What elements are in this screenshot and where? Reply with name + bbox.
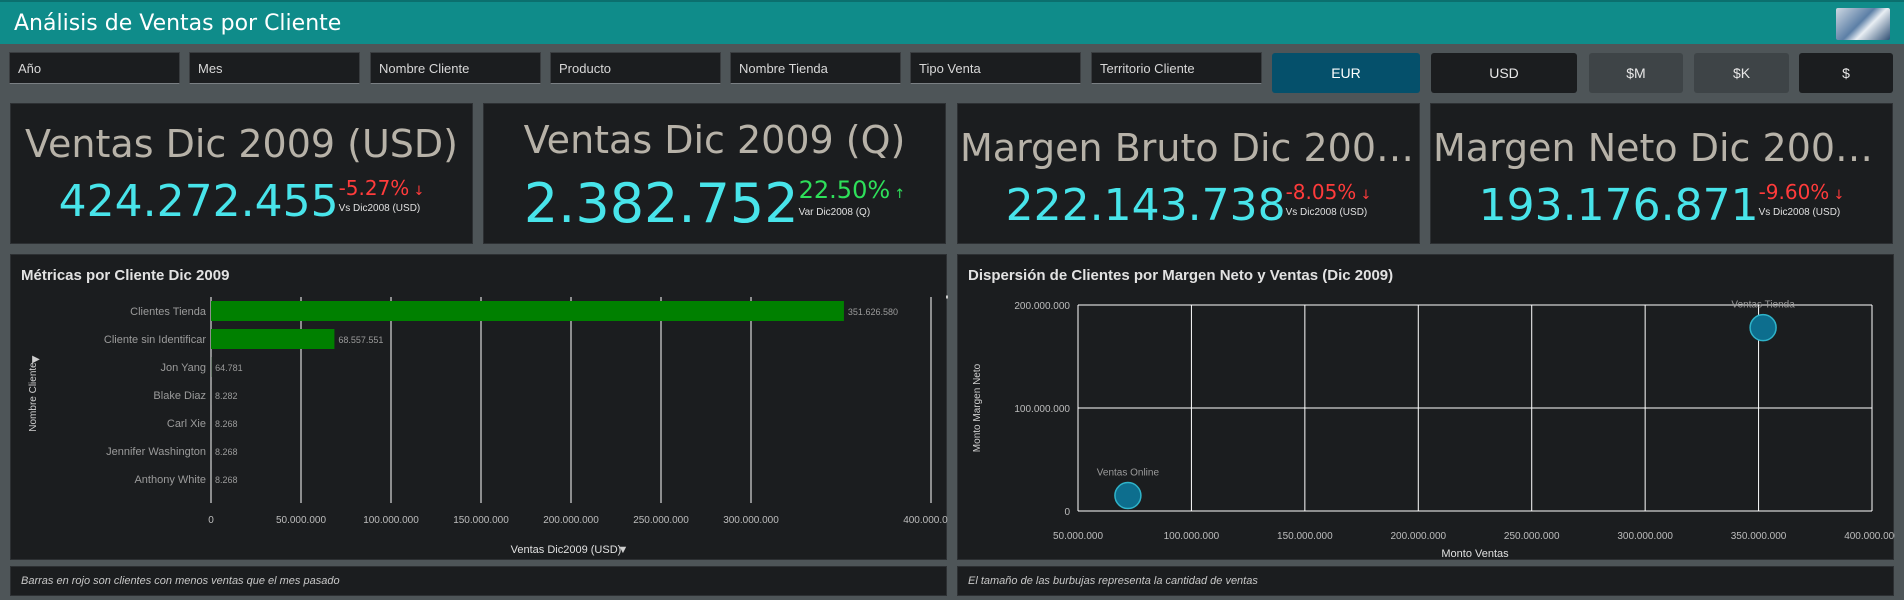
category-label: Carl Xie xyxy=(167,418,206,430)
kpi-delta: 22.50% xyxy=(798,176,891,204)
kpi-caption: Vs Dic2008 (USD) xyxy=(338,203,421,214)
category-label: Clientes Tienda xyxy=(130,306,207,318)
scale-millions-button[interactable]: $M xyxy=(1589,53,1683,93)
kpi-delta: -9.60% xyxy=(1758,180,1830,204)
data-label: 8.268 xyxy=(215,447,238,457)
data-label: 8.268 xyxy=(215,475,238,485)
app-header: Análisis de Ventas por Cliente xyxy=(0,0,1904,44)
kpi-card-gross-margin: Margen Bruto Dic 2009 (U... 222.143.738-… xyxy=(957,103,1420,244)
kpi-caption: Vs Dic2008 (USD) xyxy=(1285,207,1368,218)
category-label: Jennifer Washington xyxy=(106,446,206,458)
x-tick-label: 150.000.000 xyxy=(453,515,509,526)
x-tick-label: 150.000.000 xyxy=(1277,531,1333,542)
scatter-chart-panel: Dispersión de Clientes por Margen Neto y… xyxy=(957,254,1895,560)
x-tick-label: 50.000.000 xyxy=(1053,531,1103,542)
kpi-caption: Var Dic2008 (Q) xyxy=(798,207,871,218)
filter-year[interactable]: Año xyxy=(9,52,180,84)
bar-chart-panel: Métricas por Cliente Dic 2009 0 50.000.00… xyxy=(10,254,948,560)
x-tick-label: 400.000.000 xyxy=(903,515,948,526)
kpi-title: Ventas Dic 2009 (Q) xyxy=(523,118,906,162)
scatter-chart: 50.000.000 100.000.000 150.000.000 200.000.… xyxy=(972,300,1895,560)
filter-customer-territory[interactable]: Territorio Cliente xyxy=(1091,52,1262,84)
kpi-value: 424.272.455 xyxy=(58,176,339,227)
bubble-label: Ventas Tienda xyxy=(1731,300,1795,311)
y-axis-label: Monto Margen Neto xyxy=(972,363,983,452)
sort-dropdown-icon[interactable]: ▼ xyxy=(618,544,629,556)
category-label: Cliente sin Identificar xyxy=(104,334,206,346)
bar[interactable] xyxy=(211,329,335,349)
bubble[interactable] xyxy=(1114,481,1142,510)
kpi-caption: Vs Dic2008 (USD) xyxy=(1758,207,1841,218)
kpi-card-sales-usd: Ventas Dic 2009 (USD) 424.272.455 -5.27% … xyxy=(10,103,473,244)
y-axis-label: Nombre Cliente xyxy=(28,362,39,432)
expand-triangle-icon[interactable]: ▶ xyxy=(32,354,40,365)
kpi-delta: -8.05% xyxy=(1285,180,1357,204)
data-label: 8.268 xyxy=(215,419,238,429)
filter-product[interactable]: Producto xyxy=(550,52,721,84)
x-tick-label: 200.000.000 xyxy=(543,515,599,526)
scatter-chart-footnote: El tamaño de las burbujas representa la … xyxy=(957,566,1894,596)
arrow-down-icon: ↓ xyxy=(1829,188,1845,203)
bar[interactable] xyxy=(211,301,844,321)
kpi-title: Margen Neto Dic 2009 (USD) xyxy=(1433,126,1892,170)
arrow-down-icon: ↓ xyxy=(409,184,425,199)
x-tick-label: 250.000.000 xyxy=(1504,531,1560,542)
kpi-title: Margen Bruto Dic 2009 (U... xyxy=(960,126,1419,170)
x-tick-label: 300.000.000 xyxy=(1617,531,1673,542)
bubble[interactable] xyxy=(1749,313,1777,342)
x-tick-label: 400.000.000 xyxy=(1844,531,1895,542)
scale-units-button[interactable]: $ xyxy=(1799,53,1893,93)
scale-thousands-button[interactable]: $K xyxy=(1694,53,1789,93)
y-tick-label: 100.000.000 xyxy=(1014,404,1070,415)
x-tick-label: 350.000.000 xyxy=(1731,531,1787,542)
data-label: 68.557.551 xyxy=(338,335,383,345)
filter-customer-name[interactable]: Nombre Cliente xyxy=(370,52,541,84)
x-tick-label: 100.000.000 xyxy=(1164,531,1220,542)
x-tick-label: 200.000.000 xyxy=(1390,531,1446,542)
x-axis-label: Ventas Dic2009 (USD) xyxy=(511,544,622,556)
bar-chart-footnote: Barras en rojo son clientes con menos ve… xyxy=(10,566,947,596)
kpi-value: 222.143.738 xyxy=(1005,180,1286,231)
data-label: 351.626.580 xyxy=(848,307,898,317)
category-label: Blake Diaz xyxy=(153,390,206,402)
kpi-title: Ventas Dic 2009 (USD) xyxy=(25,122,458,166)
kpi-value: 2.382.752 xyxy=(523,172,799,235)
arrow-down-icon: ↓ xyxy=(1356,188,1372,203)
arrow-up-icon: ↑ xyxy=(890,187,906,202)
currency-eur-button[interactable]: EUR xyxy=(1272,53,1420,93)
x-tick-label: 250.000.000 xyxy=(633,515,689,526)
x-axis-label: Monto Ventas xyxy=(1441,548,1509,560)
logo-image xyxy=(1836,8,1890,40)
y-tick-label: 0 xyxy=(1064,507,1070,518)
currency-usd-button[interactable]: USD xyxy=(1431,53,1577,93)
kpi-value: 193.176.871 xyxy=(1478,180,1759,231)
filter-sale-type[interactable]: Tipo Venta xyxy=(910,52,1081,84)
category-label: Anthony White xyxy=(134,474,206,486)
filter-store-name[interactable]: Nombre Tienda xyxy=(730,52,901,84)
x-tick-label: 50.000.000 xyxy=(276,515,326,526)
kpi-delta: -5.27% xyxy=(338,176,410,200)
y-tick-label: 200.000.000 xyxy=(1014,301,1070,312)
data-label: 8.282 xyxy=(215,391,238,401)
filter-month[interactable]: Mes xyxy=(189,52,360,84)
bubble-label: Ventas Online xyxy=(1097,468,1160,479)
page-title: Análisis de Ventas por Cliente xyxy=(14,11,342,36)
bar-chart: 0 50.000.000 100.000.000 150.000.000 200.000… xyxy=(28,295,948,556)
x-tick-label: 0 xyxy=(208,515,214,526)
x-tick-label: 300.000.000 xyxy=(723,515,779,526)
x-tick-label: 100.000.000 xyxy=(363,515,419,526)
data-label: 64.781 xyxy=(215,363,243,373)
kpi-card-net-margin: Margen Neto Dic 2009 (USD) 193.176.871-9… xyxy=(1430,103,1893,244)
category-label: Jon Yang xyxy=(161,362,206,374)
kpi-card-sales-qty: Ventas Dic 2009 (Q) 2.382.752 22.50% ↑ Var… xyxy=(483,103,946,244)
